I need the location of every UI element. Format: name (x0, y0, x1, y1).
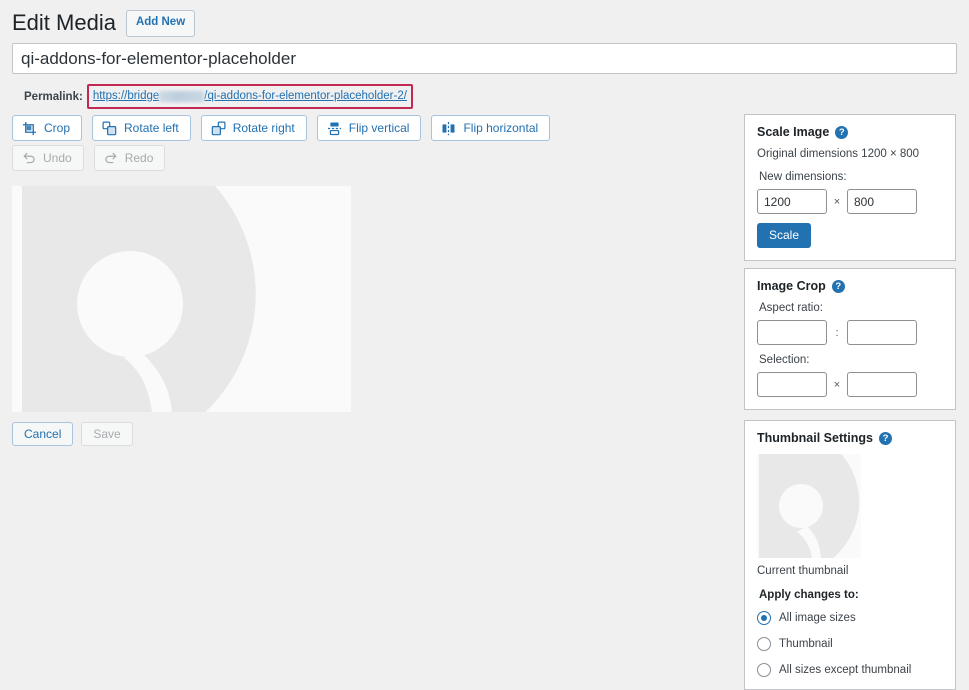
rotate-right-icon (211, 121, 226, 136)
selection-width-input[interactable] (757, 372, 827, 397)
rotate-right-button[interactable]: Rotate right (200, 115, 307, 141)
redo-button[interactable]: Redo (93, 145, 166, 171)
radio-all-sizes-except-thumbnail-label: All sizes except thumbnail (779, 664, 912, 676)
scale-image-panel: Scale Image ? Original dimensions 1200 ×… (744, 114, 956, 261)
radio-all-sizes-except-thumbnail[interactable]: All sizes except thumbnail (757, 663, 943, 677)
flip-horizontal-button-label: Flip horizontal (463, 121, 539, 135)
aspect-ratio-height-input[interactable] (847, 320, 917, 345)
aspect-ratio-label: Aspect ratio: (759, 302, 823, 314)
rotate-right-button-label: Rotate right (232, 121, 295, 135)
scale-width-input[interactable] (757, 189, 827, 214)
undo-button[interactable]: Undo (12, 145, 84, 171)
image-preview[interactable] (12, 186, 351, 412)
scale-height-input[interactable] (847, 189, 917, 214)
apply-changes-label: Apply changes to: (759, 589, 859, 601)
image-crop-panel-title: Image Crop ? (757, 279, 943, 293)
rotate-left-icon (102, 121, 117, 136)
selection-separator: × (833, 378, 841, 391)
flip-vertical-icon (327, 121, 342, 136)
current-thumbnail-preview (757, 454, 861, 558)
flip-vertical-button-label: Flip vertical (348, 121, 410, 135)
radio-thumbnail[interactable]: Thumbnail (757, 637, 943, 651)
scale-button[interactable]: Scale (757, 223, 812, 248)
image-crop-panel: Image Crop ? Aspect ratio: : Selection: … (744, 268, 956, 410)
undo-button-label: Undo (43, 151, 72, 165)
flip-horizontal-icon (441, 121, 456, 136)
save-button[interactable]: Save (81, 422, 133, 446)
aspect-ratio-row: : (757, 320, 943, 345)
page-title: Edit Media (12, 10, 116, 35)
rotate-left-button[interactable]: Rotate left (92, 115, 191, 141)
rotate-left-button-label: Rotate left (124, 121, 179, 135)
image-editor-actions: Cancel Save (12, 422, 133, 446)
aspect-ratio-width-input[interactable] (757, 320, 827, 345)
placeholder-thumbnail (757, 454, 861, 558)
crop-icon (22, 121, 37, 136)
new-dimensions-row: × (757, 189, 943, 214)
media-title-input[interactable] (12, 43, 957, 74)
permalink-url-suffix[interactable]: /qi-addons-for-elementor-placeholder-2/ (204, 87, 407, 105)
radio-indicator[interactable] (757, 611, 771, 625)
placeholder-image (12, 186, 351, 412)
crop-button[interactable]: Crop (12, 115, 83, 141)
flip-horizontal-button[interactable]: Flip horizontal (431, 115, 551, 141)
new-dimensions-label: New dimensions: (759, 171, 847, 183)
page-header: Edit Media Add New (12, 5, 196, 42)
image-crop-title-text: Image Crop (757, 279, 826, 293)
scale-image-title-text: Scale Image (757, 125, 830, 139)
permalink-label: Permalink: (24, 90, 83, 103)
permalink-highlight-box: https://bridge/qi-addons-for-elementor-p… (86, 84, 413, 110)
permalink-url-prefix[interactable]: https://bridge (93, 87, 159, 105)
thumbnail-settings-panel-title: Thumbnail Settings ? (757, 431, 943, 445)
scale-dimension-separator: × (833, 195, 841, 208)
scale-image-panel-title: Scale Image ? (757, 125, 943, 139)
selection-height-input[interactable] (847, 372, 917, 397)
redo-button-label: Redo (124, 151, 154, 165)
help-icon[interactable]: ? (831, 279, 845, 293)
help-icon[interactable]: ? (835, 125, 849, 139)
radio-indicator[interactable] (757, 637, 771, 651)
image-editor-toolbar: Crop Rotate left Rotate right Flip verti… (12, 115, 551, 141)
aspect-ratio-separator: : (835, 326, 839, 339)
thumbnail-settings-panel: Thumbnail Settings ? Current thumbnail A… (744, 420, 956, 690)
redo-icon (104, 151, 118, 165)
add-new-button[interactable]: Add New (125, 10, 196, 37)
original-dimensions-text: Original dimensions 1200 × 800 (757, 148, 920, 160)
radio-indicator[interactable] (757, 663, 771, 677)
thumbnail-settings-title-text: Thumbnail Settings (757, 431, 873, 445)
selection-row: × (757, 372, 943, 397)
help-icon[interactable]: ? (878, 431, 892, 445)
radio-all-image-sizes-label: All image sizes (779, 612, 856, 624)
radio-all-image-sizes[interactable]: All image sizes (757, 611, 943, 625)
permalink: Permalink: https://bridge/qi-addons-for-… (24, 84, 413, 110)
flip-vertical-button[interactable]: Flip vertical (316, 115, 422, 141)
cancel-button[interactable]: Cancel (12, 422, 74, 446)
permalink-redacted-segment (159, 90, 205, 102)
image-editor-history-toolbar: Undo Redo (12, 145, 166, 171)
current-thumbnail-caption: Current thumbnail (757, 565, 849, 577)
selection-label: Selection: (759, 354, 810, 366)
undo-icon (22, 151, 36, 165)
crop-button-label: Crop (44, 121, 71, 135)
radio-thumbnail-label: Thumbnail (779, 638, 833, 650)
